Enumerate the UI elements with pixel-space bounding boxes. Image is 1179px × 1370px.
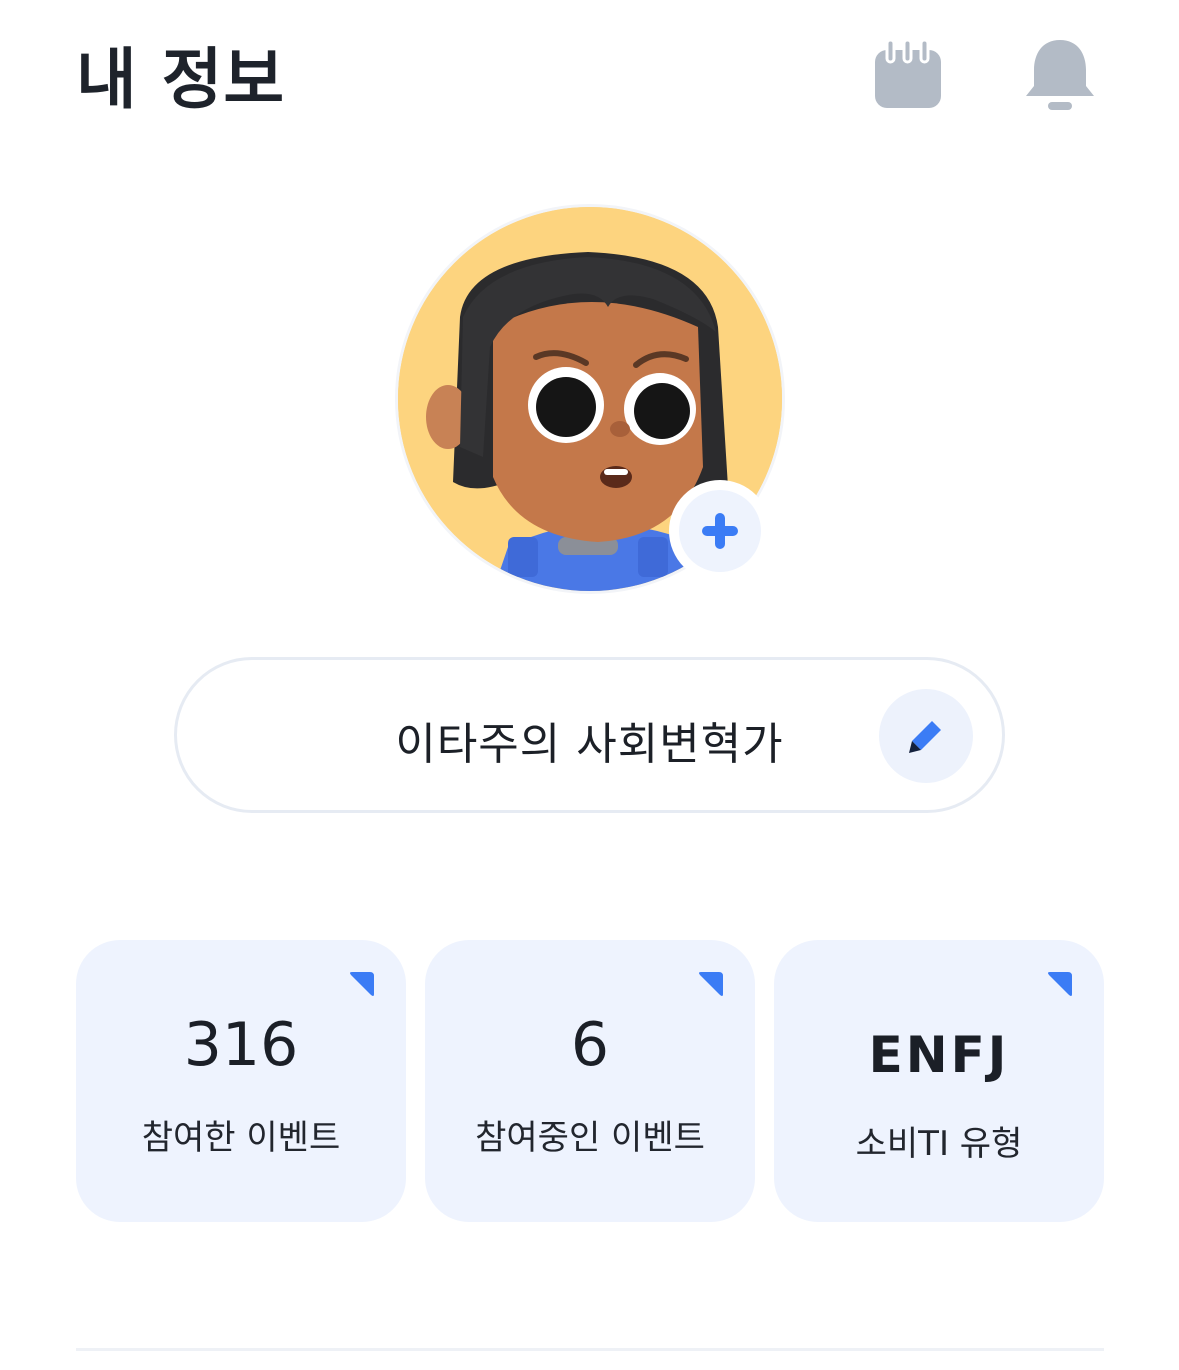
stat-card-ongoing[interactable]: 6 참여중인 이벤트 (425, 940, 755, 1222)
add-photo-button[interactable] (669, 480, 771, 582)
corner-arrow-icon (350, 972, 374, 996)
calendar-button[interactable] (868, 38, 948, 114)
add-photo-inner (679, 490, 761, 572)
plus-icon (702, 513, 738, 549)
corner-arrow-icon (699, 972, 723, 996)
bell-icon (1026, 40, 1094, 110)
stat-label: 소비TI 유형 (855, 1124, 1023, 1164)
stat-card-participated[interactable]: 316 참여한 이벤트 (76, 940, 406, 1222)
stat-label: 참여중인 이벤트 (475, 1118, 705, 1158)
stat-value: 316 (183, 1010, 299, 1080)
pencil-icon (909, 721, 941, 753)
stat-card-type[interactable]: ENFJ 소비TI 유형 (774, 940, 1104, 1222)
edit-nickname-button[interactable] (879, 689, 973, 783)
calendar-icon (875, 38, 941, 108)
stat-label: 참여한 이벤트 (141, 1118, 341, 1158)
section-divider (76, 1348, 1104, 1351)
profile-avatar-area (395, 204, 785, 594)
my-info-page: 내 정보 이타주의 사회변혁가 316 참여한 이벤트 6 참여중인 이벤트 E… (0, 0, 1179, 1370)
page-title: 내 정보 (76, 41, 286, 118)
notification-button[interactable] (1020, 36, 1100, 116)
nickname-field: 이타주의 사회변혁가 (174, 657, 1005, 813)
stat-value: 6 (570, 1010, 610, 1080)
corner-arrow-icon (1048, 972, 1072, 996)
stat-value: ENFJ (868, 1026, 1010, 1084)
